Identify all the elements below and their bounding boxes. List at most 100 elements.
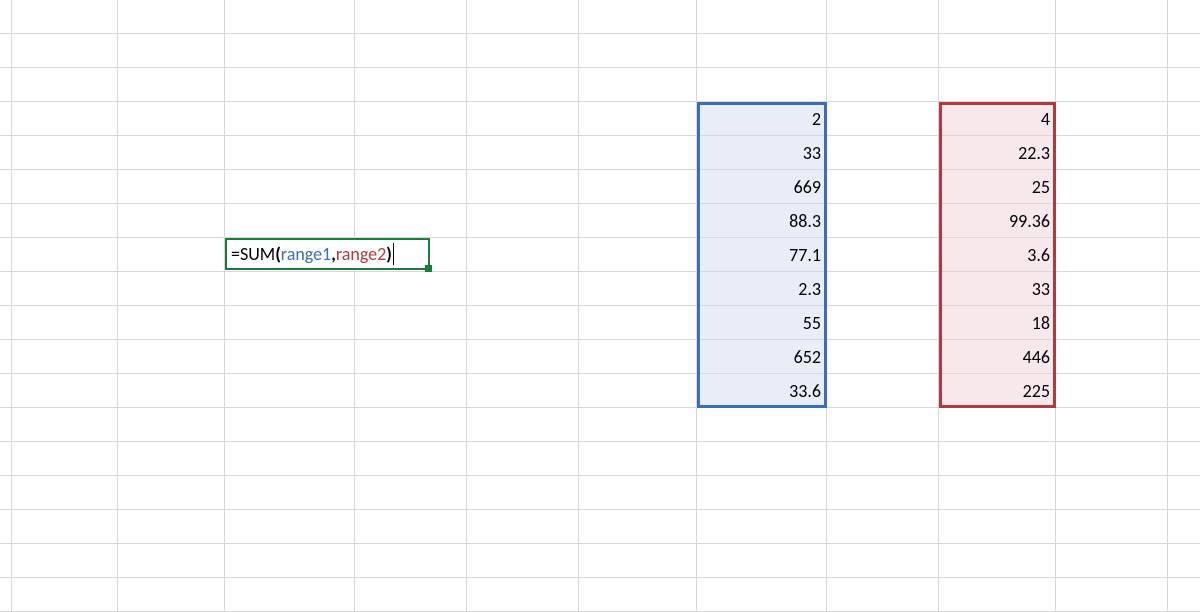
cell[interactable]	[939, 510, 1056, 544]
cell[interactable]	[118, 578, 225, 612]
cell[interactable]	[1168, 0, 1200, 34]
cell[interactable]	[467, 68, 579, 102]
cell[interactable]	[467, 544, 579, 578]
cell[interactable]	[579, 68, 697, 102]
cell[interactable]	[1168, 374, 1200, 408]
cell[interactable]	[1056, 544, 1168, 578]
cell[interactable]	[355, 204, 467, 238]
fill-handle[interactable]	[425, 265, 432, 272]
cell[interactable]	[939, 34, 1056, 68]
cell[interactable]	[1056, 102, 1168, 136]
cell[interactable]	[1056, 306, 1168, 340]
cell[interactable]	[225, 136, 355, 170]
cell[interactable]	[355, 442, 467, 476]
cell[interactable]	[939, 68, 1056, 102]
cell[interactable]	[827, 476, 939, 510]
cell[interactable]	[579, 306, 697, 340]
cell[interactable]	[827, 510, 939, 544]
cell[interactable]	[1168, 272, 1200, 306]
cell[interactable]	[12, 306, 118, 340]
cell[interactable]	[118, 340, 225, 374]
cell[interactable]	[0, 34, 12, 68]
cell[interactable]	[355, 68, 467, 102]
cell[interactable]	[827, 340, 939, 374]
cell[interactable]	[0, 204, 12, 238]
cell[interactable]	[827, 272, 939, 306]
cell[interactable]	[579, 408, 697, 442]
cell[interactable]	[225, 68, 355, 102]
cell[interactable]	[697, 0, 827, 34]
cell[interactable]	[697, 408, 827, 442]
cell[interactable]	[1168, 408, 1200, 442]
cell[interactable]	[118, 510, 225, 544]
cell[interactable]	[225, 408, 355, 442]
cell[interactable]	[0, 68, 12, 102]
cell[interactable]	[1056, 0, 1168, 34]
cell[interactable]	[0, 476, 12, 510]
cell[interactable]	[467, 34, 579, 68]
cell[interactable]	[355, 476, 467, 510]
cell[interactable]	[1168, 170, 1200, 204]
cell[interactable]	[467, 272, 579, 306]
cell[interactable]	[12, 0, 118, 34]
cell[interactable]	[1056, 272, 1168, 306]
cell[interactable]	[118, 0, 225, 34]
cell[interactable]	[118, 476, 225, 510]
cell[interactable]	[118, 136, 225, 170]
cell[interactable]	[1056, 442, 1168, 476]
cell[interactable]	[827, 374, 939, 408]
cell[interactable]	[12, 544, 118, 578]
cell[interactable]	[579, 272, 697, 306]
cell[interactable]	[939, 442, 1056, 476]
cell[interactable]	[1056, 476, 1168, 510]
cell[interactable]	[0, 136, 12, 170]
cell[interactable]	[579, 136, 697, 170]
cell[interactable]	[1168, 238, 1200, 272]
cell[interactable]	[0, 170, 12, 204]
cell[interactable]	[118, 408, 225, 442]
cell[interactable]	[1056, 238, 1168, 272]
cell[interactable]	[118, 272, 225, 306]
cell[interactable]	[225, 170, 355, 204]
cell[interactable]	[1168, 340, 1200, 374]
range1-cell[interactable]: 88.3	[697, 204, 827, 238]
range1-cell[interactable]: 652	[697, 340, 827, 374]
cell[interactable]	[1168, 102, 1200, 136]
cell[interactable]	[12, 272, 118, 306]
cell[interactable]	[467, 0, 579, 34]
cell[interactable]	[827, 204, 939, 238]
cell[interactable]	[118, 306, 225, 340]
cell[interactable]	[579, 238, 697, 272]
cell[interactable]	[118, 204, 225, 238]
range1-cell[interactable]: 33	[697, 136, 827, 170]
cell[interactable]	[467, 306, 579, 340]
cell[interactable]	[118, 442, 225, 476]
cell[interactable]	[467, 340, 579, 374]
cell[interactable]	[1168, 578, 1200, 612]
range1-cell[interactable]: 55	[697, 306, 827, 340]
cell[interactable]	[467, 136, 579, 170]
cell[interactable]	[697, 544, 827, 578]
cell[interactable]	[355, 544, 467, 578]
cell[interactable]	[579, 544, 697, 578]
cell[interactable]	[12, 238, 118, 272]
cell[interactable]	[355, 578, 467, 612]
cell[interactable]	[579, 476, 697, 510]
cell[interactable]	[12, 476, 118, 510]
cell[interactable]	[12, 340, 118, 374]
cell[interactable]	[1056, 340, 1168, 374]
cell[interactable]	[579, 340, 697, 374]
cell[interactable]	[579, 578, 697, 612]
cell[interactable]	[1168, 306, 1200, 340]
cell[interactable]	[939, 0, 1056, 34]
cell[interactable]	[118, 374, 225, 408]
cell[interactable]	[0, 340, 12, 374]
cell[interactable]	[0, 578, 12, 612]
cell[interactable]	[1056, 408, 1168, 442]
cell[interactable]	[579, 0, 697, 34]
cell[interactable]	[827, 578, 939, 612]
cell[interactable]	[355, 510, 467, 544]
range1-cell[interactable]: 2	[697, 102, 827, 136]
cell[interactable]	[225, 34, 355, 68]
range2-cell[interactable]: 99.36	[939, 204, 1056, 238]
